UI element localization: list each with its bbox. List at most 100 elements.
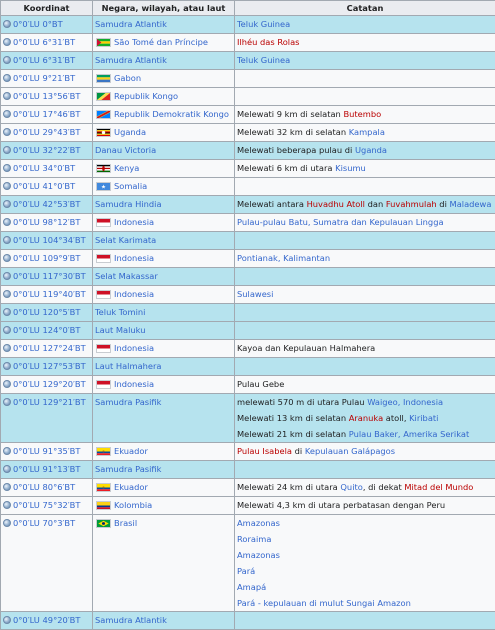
header-coordinate[interactable]: Koordinat [1,1,93,16]
coordinate-link[interactable]: 0°0′LU 91°35′BT [3,443,80,459]
globe-icon[interactable] [3,483,11,491]
note-link[interactable]: Amapá [237,582,266,592]
note-link[interactable]: Pará [237,566,255,576]
coordinate-text[interactable]: 0°0′LU 29°43′BT [13,124,80,140]
note-link[interactable]: Amazonas [237,550,280,560]
note-link[interactable]: Pará - kepulauan di mulut Sungai Amazon [237,598,411,608]
globe-icon[interactable] [3,362,11,370]
globe-icon[interactable] [3,110,11,118]
coordinate-text[interactable]: 0°0′LU 17°46′BT [13,106,80,122]
place-link[interactable]: Samudra Pasifik [95,464,161,474]
place-link[interactable]: Ekuador [114,446,148,456]
globe-icon[interactable] [3,128,11,136]
note-link[interactable]: Kepulauan Galápagos [305,446,395,456]
coordinate-link[interactable]: 0°0′LU 9°21′BT [3,70,75,86]
place-link[interactable]: Samudra Atlantik [95,19,167,29]
place-link[interactable]: Danau Victoria [95,145,156,155]
place-link[interactable]: Kenya [114,163,139,173]
place-link[interactable]: Uganda [114,127,146,137]
note-link[interactable]: Teluk Guinea [237,55,290,65]
place-link[interactable]: Laut Maluku [95,325,145,335]
coordinate-link[interactable]: 0°0′LU 98°12′BT [3,214,80,230]
coordinate-link[interactable]: 0°0′LU 120°5′BT [3,304,80,320]
globe-icon[interactable] [3,344,11,352]
coordinate-link[interactable]: 0°0′LU 49°20′BT [3,612,80,628]
coordinate-text[interactable]: 0°0′LU 124°0′BT [13,322,80,338]
coordinate-text[interactable]: 0°0′LU 13°56′BT [13,88,80,104]
coordinate-text[interactable]: 0°0′LU 80°6′BT [13,479,75,495]
globe-icon[interactable] [3,218,11,226]
globe-icon[interactable] [3,182,11,190]
note-link[interactable]: Pontianak, Kalimantan [237,253,330,263]
coordinate-text[interactable]: 0°0′LU 42°53′BT [13,196,80,212]
note-link[interactable]: Fuvahmulah [386,199,437,209]
globe-icon[interactable] [3,465,11,473]
place-link[interactable]: Kolombia [114,500,152,510]
place-link[interactable]: Republik Kongo [114,91,178,101]
globe-icon[interactable] [3,56,11,64]
coordinate-text[interactable]: 0°0′LU 32°22′BT [13,142,80,158]
note-link[interactable]: Huvadhu Atoll [307,199,365,209]
globe-icon[interactable] [3,447,11,455]
place-link[interactable]: Samudra Pasifik [95,397,161,407]
coordinate-text[interactable]: 0°0′LU 98°12′BT [13,214,80,230]
coordinate-link[interactable]: 0°0′LU 117°30′BT [3,268,86,284]
coordinate-text[interactable]: 0°0′LU 6°31′BT [13,52,75,68]
coordinate-link[interactable]: 0°0′LU 129°20′BT [3,376,86,392]
coordinate-text[interactable]: 0°0′LU 34°0′BT [13,160,75,176]
globe-icon[interactable] [3,326,11,334]
note-link[interactable]: Uganda [355,145,387,155]
globe-icon[interactable] [3,164,11,172]
coordinate-text[interactable]: 0°0′LU 104°34′BT [13,232,86,248]
place-link[interactable]: Indonesia [114,217,154,227]
coordinate-link[interactable]: 0°0′LU 127°53′BT [3,358,86,374]
note-link[interactable]: Ilhéu das Rolas [237,37,300,47]
globe-icon[interactable] [3,74,11,82]
note-link[interactable]: Sulawesi [237,289,273,299]
note-link[interactable]: Butembo [343,109,381,119]
globe-icon[interactable] [3,236,11,244]
note-link[interactable]: Aranuka [349,413,383,423]
globe-icon[interactable] [3,616,11,624]
coordinate-link[interactable]: 0°0′LU 6°31′BT [3,34,75,50]
globe-icon[interactable] [3,254,11,262]
note-link[interactable]: Amazonas [237,518,280,528]
place-link[interactable]: Selat Makassar [95,271,158,281]
place-link[interactable]: Selat Karimata [95,235,156,245]
coordinate-link[interactable]: 0°0′LU 119°40′BT [3,286,86,302]
coordinate-link[interactable]: 0°0′LU 17°46′BT [3,106,80,122]
coordinate-link[interactable]: 0°0′LU 75°32′BT [3,497,80,513]
place-link[interactable]: Samudra Atlantik [95,615,167,625]
globe-icon[interactable] [3,146,11,154]
note-link[interactable]: Kiribati [409,413,438,423]
place-link[interactable]: São Tomé dan Príncipe [114,37,208,47]
note-link[interactable]: Roraima [237,534,271,544]
coordinate-text[interactable]: 0°0′LU 91°13′BT [13,461,80,477]
place-link[interactable]: Laut Halmahera [95,361,162,371]
note-link[interactable]: Teluk Guinea [237,19,290,29]
note-link[interactable]: Waigeo, Indonesia [367,397,443,407]
note-link[interactable]: Maladewa [450,199,492,209]
coordinate-link[interactable]: 0°0′LU 109°9′BT [3,250,80,266]
coordinate-text[interactable]: 0°0′LU 120°5′BT [13,304,80,320]
coordinate-text[interactable]: 0°0′LU 129°21′BT [13,394,86,410]
place-link[interactable]: Ekuador [114,482,148,492]
place-link[interactable]: Indonesia [114,379,154,389]
coordinate-link[interactable]: 0°0′LU 6°31′BT [3,52,75,68]
coordinate-link[interactable]: 0°0′LU 29°43′BT [3,124,80,140]
note-link[interactable]: Pulau Baker, Amerika Serikat [349,429,470,439]
coordinate-text[interactable]: 0°0′LU 49°20′BT [13,612,80,628]
globe-icon[interactable] [3,38,11,46]
place-link[interactable]: Indonesia [114,253,154,263]
coordinate-link[interactable]: 0°0′LU 42°53′BT [3,196,80,212]
coordinate-link[interactable]: 0°0′LU 41°0′BT [3,178,75,194]
globe-icon[interactable] [3,92,11,100]
globe-icon[interactable] [3,501,11,509]
note-link[interactable]: Pulau-pulau Batu, Sumatra dan Kepulauan … [237,217,444,227]
note-link[interactable]: Mitad del Mundo [404,482,473,492]
place-link[interactable]: Brasil [114,518,137,528]
note-link[interactable]: Pulau Isabela [237,446,292,456]
place-link[interactable]: Teluk Tomini [95,307,145,317]
place-link[interactable]: Gabon [114,73,141,83]
coordinate-text[interactable]: 0°0′LU 75°32′BT [13,497,80,513]
